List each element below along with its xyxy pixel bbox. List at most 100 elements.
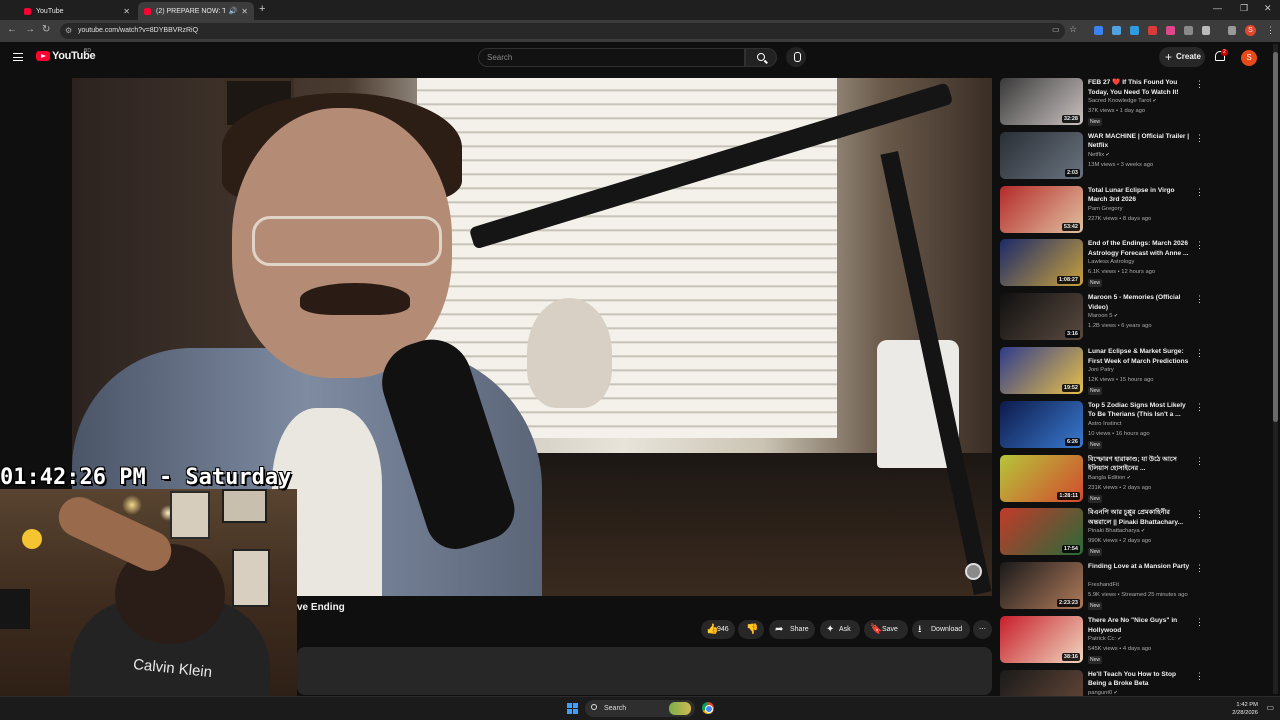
video-title[interactable]: There Are No "Nice Guys" in Hollywood bbox=[1088, 616, 1193, 635]
voice-search-button[interactable] bbox=[786, 47, 806, 67]
more-options-icon[interactable]: ⋮ bbox=[1195, 671, 1204, 682]
channel-name[interactable]: Maroon 5 ✔ bbox=[1088, 313, 1118, 319]
recommended-video-card[interactable]: 3:16 Maroon 5 - Memories (Official Video)… bbox=[1000, 293, 1205, 343]
minimize-button[interactable]: — bbox=[1213, 3, 1222, 13]
channel-name[interactable]: Patrick Cc: ✔ bbox=[1088, 636, 1122, 642]
more-options-icon[interactable]: ⋮ bbox=[1195, 187, 1204, 198]
search-button[interactable] bbox=[745, 48, 777, 67]
browser-menu-icon[interactable]: ⋮ bbox=[1266, 25, 1275, 36]
more-options-icon[interactable]: ⋮ bbox=[1195, 133, 1204, 144]
channel-name[interactable]: Netflix ✔ bbox=[1088, 152, 1110, 158]
more-options-icon[interactable]: ⋮ bbox=[1195, 79, 1204, 90]
video-thumbnail[interactable]: 6:26 bbox=[1000, 400, 1083, 448]
extension-icon[interactable] bbox=[1130, 26, 1139, 35]
channel-name[interactable]: Pinaki Bhattacharya ✔ bbox=[1088, 528, 1145, 534]
video-title[interactable]: Total Lunar Eclipse in Virgo March 3rd 2… bbox=[1088, 186, 1193, 205]
recommended-video-card[interactable]: 19:52 Lunar Eclipse & Market Surge: First… bbox=[1000, 347, 1205, 397]
close-tab-icon[interactable]: ✕ bbox=[123, 7, 130, 16]
channel-name[interactable]: Pam Gregory bbox=[1088, 206, 1122, 212]
video-title[interactable]: Top 5 Zodiac Signs Most Likely To Be The… bbox=[1088, 401, 1193, 420]
channel-watermark-icon[interactable] bbox=[965, 563, 982, 580]
video-thumbnail[interactable]: 1:08:27 bbox=[1000, 239, 1083, 287]
ask-button[interactable]: ✦ Ask bbox=[820, 620, 860, 639]
maximize-button[interactable]: ❐ bbox=[1240, 3, 1248, 14]
video-thumbnail[interactable]: 2:23:23 bbox=[1000, 562, 1083, 610]
browser-tab-youtube[interactable]: YouTube ✕ bbox=[18, 2, 136, 20]
video-thumbnail[interactable]: 17:54 bbox=[1000, 508, 1083, 556]
more-actions-button[interactable]: ⋯ bbox=[973, 620, 992, 639]
forward-arrow-icon[interactable]: → bbox=[25, 24, 35, 35]
video-title[interactable]: Finding Love at a Mansion Party bbox=[1088, 562, 1193, 572]
recommended-video-card[interactable]: 17:54 বিএনপি আর চুপ্পুর প্রেমকাহিনীর অন্ত… bbox=[1000, 508, 1205, 558]
cast-icon[interactable]: ▭ bbox=[1052, 25, 1060, 34]
download-button[interactable]: ⭳ Download bbox=[912, 620, 970, 639]
dislike-button[interactable]: 👎 bbox=[738, 620, 764, 639]
video-title[interactable]: বিস্ফোরণ হারাকাণ্ড; যা উঠে আসে ইলিয়াস হ… bbox=[1088, 455, 1193, 474]
recommended-video-card[interactable]: 32:28 FEB 27 ❤️ If This Found You Today, … bbox=[1000, 78, 1205, 128]
windows-start-icon[interactable] bbox=[567, 703, 578, 714]
close-tab-icon[interactable]: ✕ bbox=[241, 7, 248, 16]
video-thumbnail[interactable]: 53:42 bbox=[1000, 185, 1083, 233]
create-button[interactable]: + Create bbox=[1159, 47, 1205, 67]
channel-name[interactable]: Lawless Astrology bbox=[1088, 259, 1134, 265]
new-tab-button[interactable]: + bbox=[259, 3, 265, 15]
video-thumbnail[interactable]: 38:16 bbox=[1000, 616, 1083, 663]
recommended-video-card[interactable]: 1:08:27 End of the Endings: March 2026 As… bbox=[1000, 239, 1205, 289]
extension-icon[interactable] bbox=[1148, 26, 1157, 35]
channel-name[interactable]: Sacred Knowledge Tarot ✔ bbox=[1088, 98, 1157, 104]
video-thumbnail[interactable]: 2:03 bbox=[1000, 131, 1083, 179]
more-options-icon[interactable]: ⋮ bbox=[1195, 240, 1204, 251]
video-title[interactable]: WAR MACHINE | Official Trailer | Netflix bbox=[1088, 132, 1193, 151]
video-title[interactable]: FEB 27 ❤️ If This Found You Today, You N… bbox=[1088, 78, 1193, 97]
youtube-logo-icon[interactable] bbox=[36, 51, 50, 61]
recommended-video-card[interactable]: 6:26 Top 5 Zodiac Signs Most Likely To Be… bbox=[1000, 400, 1205, 451]
more-options-icon[interactable]: ⋮ bbox=[1195, 509, 1204, 520]
channel-name[interactable]: pangunt0 ✔ bbox=[1088, 690, 1118, 696]
notification-center-icon[interactable]: ▭ bbox=[1266, 703, 1274, 712]
speaker-icon[interactable]: 🔊 bbox=[229, 7, 238, 15]
page-scrollbar[interactable] bbox=[1273, 44, 1278, 694]
account-avatar[interactable]: S bbox=[1241, 50, 1257, 66]
reload-icon[interactable]: ↻ bbox=[42, 24, 50, 35]
video-title[interactable]: বিএনপি আর চুপ্পুর প্রেমকাহিনীর অন্তরালে … bbox=[1088, 508, 1193, 527]
video-title[interactable]: End of the Endings: March 2026 Astrology… bbox=[1088, 239, 1193, 258]
more-options-icon[interactable]: ⋮ bbox=[1195, 617, 1204, 628]
video-title[interactable]: Maroon 5 - Memories (Official Video) bbox=[1088, 293, 1193, 312]
close-window-button[interactable]: ✕ bbox=[1264, 3, 1272, 14]
more-options-icon[interactable]: ⋮ bbox=[1195, 402, 1204, 413]
channel-name[interactable]: Joni Patry bbox=[1088, 367, 1114, 373]
channel-name[interactable]: FreshandFit bbox=[1088, 582, 1119, 588]
recommended-video-card[interactable]: 38:16 There Are No "Nice Guys" in Hollywo… bbox=[1000, 616, 1205, 666]
extension-icon[interactable] bbox=[1166, 26, 1175, 35]
like-button[interactable]: 👍 946 bbox=[701, 620, 735, 639]
extensions-puzzle-icon[interactable] bbox=[1202, 26, 1210, 35]
taskbar-search[interactable]: Search bbox=[585, 700, 695, 717]
chrome-app-icon[interactable] bbox=[702, 702, 714, 714]
extension-icon[interactable] bbox=[1112, 26, 1121, 35]
recommended-video-card[interactable]: 1:28:11 বিস্ফোরণ হারাকাণ্ড; যা উঠে আসে ইল… bbox=[1000, 454, 1205, 505]
description-box[interactable] bbox=[297, 647, 992, 695]
extension-icon[interactable] bbox=[1184, 26, 1193, 35]
browser-tab-active[interactable]: (2) PREPARE NOW: The Lun 🔊 ✕ bbox=[138, 2, 254, 20]
share-button[interactable]: ➦ Share bbox=[769, 620, 815, 639]
save-button[interactable]: 🔖 Save bbox=[864, 620, 908, 639]
reading-list-icon[interactable] bbox=[1228, 26, 1236, 35]
more-options-icon[interactable]: ⋮ bbox=[1195, 563, 1204, 574]
more-options-icon[interactable]: ⋮ bbox=[1195, 294, 1204, 305]
video-title[interactable]: Lunar Eclipse & Market Surge: First Week… bbox=[1088, 347, 1193, 366]
video-thumbnail[interactable]: 3:16 bbox=[1000, 293, 1083, 341]
video-thumbnail[interactable]: 19:52 bbox=[1000, 347, 1083, 394]
more-options-icon[interactable]: ⋮ bbox=[1195, 456, 1204, 467]
video-title[interactable]: He'll Teach You How to Stop Being a Brok… bbox=[1088, 670, 1193, 689]
video-thumbnail[interactable]: 1:28:11 bbox=[1000, 454, 1083, 502]
back-arrow-icon[interactable]: ← bbox=[7, 24, 17, 35]
more-options-icon[interactable]: ⋮ bbox=[1195, 348, 1204, 359]
recommended-video-card[interactable]: 2:23:23 Finding Love at a Mansion Party Fr… bbox=[1000, 562, 1205, 612]
site-info-icon[interactable]: ⚙ bbox=[65, 23, 72, 39]
recommended-video-card[interactable]: 2:03 WAR MACHINE | Official Trailer | Net… bbox=[1000, 131, 1205, 182]
channel-name[interactable]: Astro Instinct bbox=[1088, 421, 1122, 427]
scrollbar-thumb[interactable] bbox=[1273, 52, 1278, 422]
system-clock[interactable]: 1:42 PM 2/28/2026 bbox=[1232, 701, 1258, 717]
address-bar[interactable]: ⚙ youtube.com/watch?v=8DYBBVRzRiQ bbox=[60, 23, 1065, 39]
bookmark-star-icon[interactable]: ☆ bbox=[1069, 24, 1077, 35]
